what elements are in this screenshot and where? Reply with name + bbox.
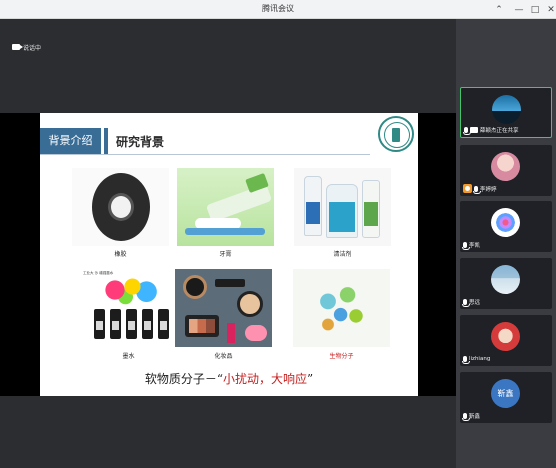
ink-splash	[94, 273, 164, 307]
caption-ink: 墨水	[122, 353, 135, 360]
slide-title: 研究背景	[116, 135, 165, 149]
avatar: 靳鑫	[491, 379, 520, 408]
ink-bottle-5	[158, 309, 169, 339]
participant-label: 薛颖杰正在共享	[463, 125, 519, 135]
cosmetic-sponge	[245, 325, 267, 341]
pin-icon[interactable]: ⌃	[488, 0, 510, 19]
participant-name: lizhiang	[469, 355, 491, 362]
mic-icon	[462, 412, 470, 421]
slide-header-underline	[40, 154, 370, 155]
mic-icon	[462, 241, 470, 250]
cosmetic-brush	[215, 279, 245, 287]
ink-bottle-4	[142, 309, 153, 339]
cleaner-label-1	[306, 202, 320, 224]
ink-bottle-2	[110, 309, 121, 339]
caption-cleaner: 清洁剂	[333, 251, 352, 258]
cosmetic-palette	[185, 315, 219, 337]
participant-tile[interactable]: 李婷婷	[460, 145, 552, 196]
participant-tile[interactable]: 靳鑫 靳鑫	[460, 372, 552, 423]
caption-cosmetics: 化妆品	[214, 353, 233, 360]
avatar	[491, 208, 520, 237]
toothpaste-image	[177, 168, 274, 246]
camera-icon	[12, 44, 23, 50]
participant-label: lizhiang	[462, 354, 491, 364]
avatar	[491, 322, 520, 351]
mic-icon	[463, 126, 471, 135]
speaking-label: 说话中	[23, 44, 42, 52]
participant-label: 靳鑫	[462, 411, 481, 421]
speaking-indicator: 说话中	[12, 42, 41, 52]
biomolecule-image	[293, 269, 390, 347]
slide-header: 背景介绍 研究背景	[40, 128, 418, 155]
cosmetics-image	[175, 269, 272, 347]
participant-name: 靳鑫	[469, 413, 481, 420]
mic-icon	[462, 355, 470, 364]
cleaner-label-3	[364, 202, 378, 226]
cosmetic-powder	[237, 291, 263, 317]
host-icon	[463, 184, 472, 193]
slide-header-tag-text: 背景介绍	[48, 134, 93, 147]
close-button[interactable]: ✕	[540, 0, 556, 19]
participant-tile[interactable]: 思远	[460, 258, 552, 309]
toothpaste-tube	[205, 183, 273, 223]
caption-rubber: 橡胶	[114, 251, 127, 258]
ink-image: 工业大 沙 增强墨水	[80, 269, 177, 347]
title-bar: 腾讯会议 ⌃ — □ ✕	[0, 0, 556, 19]
participant-tile[interactable]: 薛颖杰正在共享	[460, 87, 552, 138]
tire-rim	[108, 193, 134, 221]
slogan-end: ”	[307, 372, 314, 386]
avatar	[491, 152, 520, 181]
cleaner-image	[294, 168, 391, 246]
participant-label: 李凯	[462, 240, 481, 250]
participant-tile[interactable]: 李凯	[460, 201, 552, 252]
screen-share-icon	[470, 126, 478, 133]
shared-slide: 背景介绍 研究背景 橡胶 牙膏 清洁剂 工业大 沙 增强墨水 墨水 化妆品 生物…	[40, 113, 418, 396]
ink-bottle-1	[94, 309, 105, 339]
participant-name: 李凯	[469, 242, 481, 249]
participant-label: 李婷婷	[463, 184, 497, 194]
toothbrush-icon	[185, 228, 265, 235]
slide-header-tag: 背景介绍	[40, 128, 101, 154]
slide-slogan: 软物质分子－“小扰动，大响应”	[40, 370, 418, 387]
avatar	[492, 95, 521, 124]
main-bottom-bar	[0, 435, 456, 468]
meeting-window: 腾讯会议 ⌃ — □ ✕ 说话中 背景介绍 研究背景 橡胶 牙膏 清洁剂 工业大…	[0, 0, 556, 468]
mic-icon	[462, 298, 470, 307]
cosmetic-lipstick	[227, 323, 235, 343]
window-title: 腾讯会议	[262, 4, 294, 13]
participant-name: 李婷婷	[480, 186, 497, 193]
cleaner-label-2	[329, 202, 355, 232]
ink-bottle-3	[126, 309, 137, 339]
caption-toothpaste: 牙膏	[219, 251, 232, 258]
molecule-structure	[307, 275, 377, 341]
caption-biomolecule: 生物分子	[329, 353, 354, 360]
slogan-black: 软物质分子－“	[144, 372, 223, 386]
slogan-red: 小扰动，大响应	[222, 372, 307, 386]
participant-name: 思远	[469, 299, 481, 306]
university-seal-icon	[378, 116, 414, 152]
participant-name: 薛颖杰正在共享	[480, 127, 519, 134]
cosmetic-compact	[183, 275, 207, 299]
participant-label: 思远	[462, 297, 481, 307]
slide-header-divider	[104, 128, 108, 154]
avatar	[491, 265, 520, 294]
participant-tile[interactable]: lizhiang	[460, 315, 552, 366]
mic-icon	[473, 185, 481, 194]
rubber-tire-image	[72, 168, 169, 246]
